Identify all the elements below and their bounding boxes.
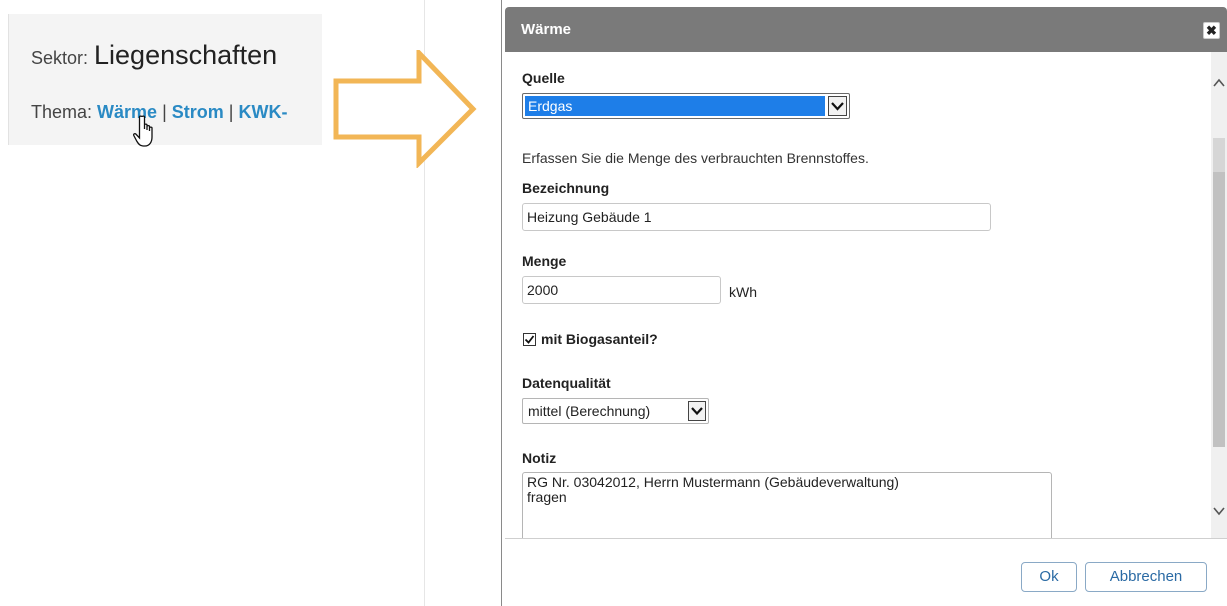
bezeichnung-input[interactable]: Heizung Gebäude 1 bbox=[522, 203, 991, 231]
datenqualitaet-label: Datenqualität bbox=[522, 375, 611, 391]
scroll-down-icon[interactable] bbox=[1211, 504, 1227, 518]
chevron-down-icon[interactable] bbox=[828, 96, 847, 116]
dialog-title: Wärme bbox=[521, 21, 572, 38]
topic-label: Thema: bbox=[31, 102, 93, 122]
topic-separator: | bbox=[162, 102, 167, 122]
chevron-down-icon[interactable] bbox=[688, 401, 706, 421]
sector-panel: Sektor: Liegenschaften Thema: Wärme | Strom… bbox=[8, 14, 322, 147]
ok-button[interactable]: Ok bbox=[1021, 562, 1077, 592]
dialog-body: Quelle Erdgas Erfassen Sie die Menge des… bbox=[505, 52, 1211, 538]
topic-link-kwk[interactable]: KWK- bbox=[238, 102, 287, 122]
sector-row: Sektor: Liegenschaften bbox=[31, 40, 277, 71]
right-arrow-icon bbox=[333, 46, 483, 173]
datenqualitaet-selected-value: mittel (Berechnung) bbox=[528, 403, 651, 419]
scrollbar-track-segment bbox=[1213, 138, 1225, 172]
biogas-checkbox[interactable] bbox=[523, 333, 536, 346]
menge-input[interactable]: 2000 bbox=[522, 276, 721, 304]
dialog-edge-divider bbox=[501, 0, 502, 606]
topic-separator: | bbox=[228, 102, 234, 122]
hand-pointer-icon bbox=[133, 115, 161, 154]
sector-value: Liegenschaften bbox=[94, 40, 278, 70]
close-icon[interactable]: ✖ bbox=[1203, 22, 1220, 39]
quelle-hint: Erfassen Sie die Menge des verbrauchten … bbox=[522, 150, 869, 166]
notiz-textarea[interactable]: RG Nr. 03042012, Herrn Mustermann (Gebäu… bbox=[522, 472, 1052, 538]
menge-label: Menge bbox=[522, 253, 567, 269]
sector-label: Sektor: bbox=[31, 48, 89, 68]
footer-divider bbox=[505, 538, 1227, 539]
datenqualitaet-select[interactable]: mittel (Berechnung) bbox=[522, 398, 709, 424]
quelle-selected-value: Erdgas bbox=[525, 96, 825, 116]
waerme-dialog: Wärme ✖ Quelle Erdgas Erfassen Sie die M… bbox=[505, 7, 1227, 606]
topic-link-strom[interactable]: Strom bbox=[172, 102, 224, 122]
scroll-up-icon[interactable] bbox=[1211, 76, 1227, 90]
notiz-label: Notiz bbox=[522, 450, 557, 466]
menge-unit: kWh bbox=[729, 284, 757, 300]
dialog-header[interactable]: Wärme ✖ bbox=[505, 7, 1227, 52]
scrollbar-thumb[interactable] bbox=[1213, 172, 1225, 447]
checkmark-icon bbox=[524, 335, 535, 344]
cancel-button[interactable]: Abbrechen bbox=[1085, 562, 1207, 592]
dialog-scrollbar[interactable] bbox=[1211, 52, 1227, 538]
quelle-select[interactable]: Erdgas bbox=[522, 93, 850, 119]
bezeichnung-label: Bezeichnung bbox=[522, 180, 610, 196]
screenshot-stage: Sektor: Liegenschaften Thema: Wärme | Strom… bbox=[0, 0, 1227, 606]
quelle-label: Quelle bbox=[522, 70, 565, 86]
biogas-label[interactable]: mit Biogasanteil? bbox=[541, 331, 658, 347]
